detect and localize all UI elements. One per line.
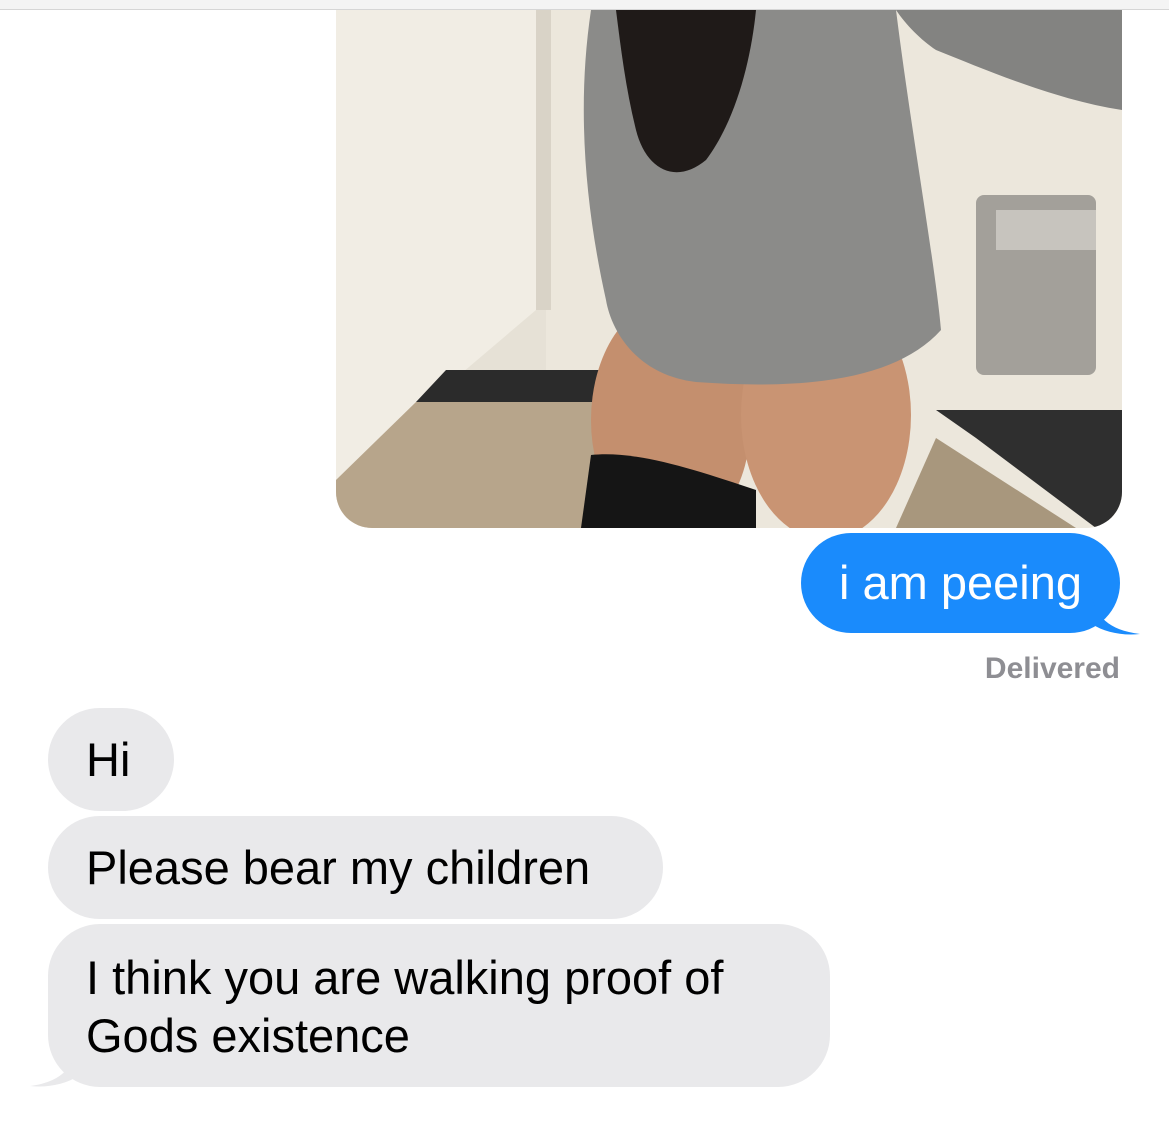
window-top-edge [0, 0, 1169, 10]
incoming-bubble-tail [30, 1046, 78, 1087]
photo-attachment-icon [336, 10, 1122, 528]
outgoing-message-text: i am peeing [839, 556, 1082, 609]
incoming-message-bubble[interactable]: I think you are walking proof of Gods ex… [48, 924, 830, 1087]
incoming-message-text: Please bear my children [86, 841, 591, 894]
incoming-message-bubble[interactable]: Hi [48, 708, 174, 811]
incoming-message-text: Hi [86, 733, 131, 786]
outgoing-message-bubble[interactable]: i am peeing [801, 533, 1120, 633]
incoming-message-bubble[interactable]: Please bear my children [48, 816, 663, 919]
incoming-message-line: I think you are walking proof of [86, 951, 724, 1004]
outgoing-bubble-tail [1092, 596, 1140, 635]
incoming-message-line: Gods existence [86, 1009, 410, 1062]
photo-attachment[interactable] [336, 10, 1122, 528]
delivery-status: Delivered [984, 652, 1120, 685]
